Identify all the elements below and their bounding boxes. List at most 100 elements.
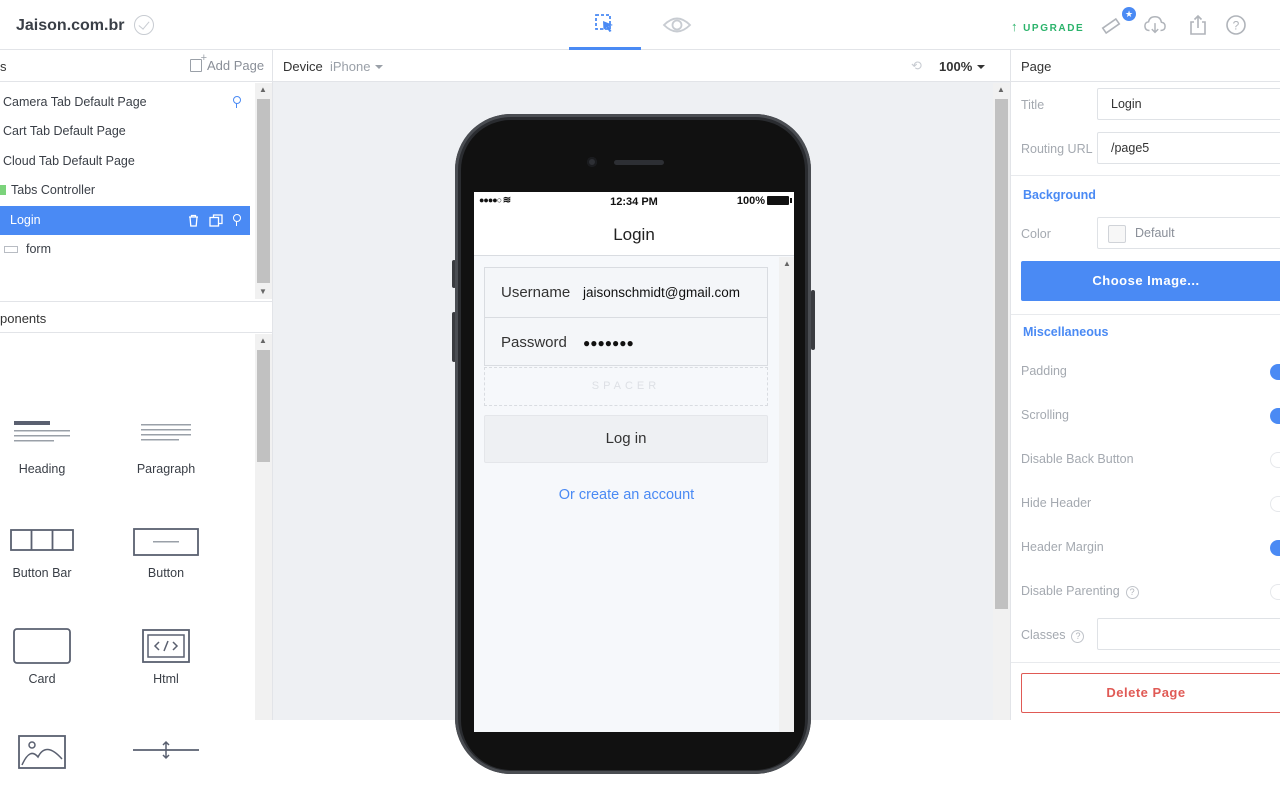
pages-header: s Add Page xyxy=(0,50,273,82)
page-content: Username jaisonschmidt@gmail.com Passwor… xyxy=(474,257,779,732)
component-html[interactable]: Html xyxy=(106,596,226,686)
disable-back-button-label: Disable Back Button xyxy=(1021,452,1134,466)
phone-screen: ●●●●○ ≋ 12:34 PM 100% Login Username jai… xyxy=(474,192,794,732)
classes-input[interactable] xyxy=(1097,618,1280,650)
disable-parenting-label: Disable Parenting xyxy=(1021,584,1120,598)
choose-image-button[interactable]: Choose Image... xyxy=(1021,261,1280,301)
component-label: Button xyxy=(147,566,185,580)
device-select[interactable]: iPhone xyxy=(330,59,384,74)
zoom-select[interactable]: 100% xyxy=(939,59,986,74)
page-item-cart-tab[interactable]: Cart Tab Default Page xyxy=(0,117,250,146)
password-input[interactable]: ●●●●●●● xyxy=(583,336,634,350)
disable-parenting-toggle[interactable] xyxy=(1270,584,1280,600)
page-header-bar[interactable]: Login xyxy=(474,212,794,256)
add-page-icon xyxy=(190,52,207,72)
cloud-download-icon[interactable] xyxy=(1144,14,1166,36)
chevron-down-icon xyxy=(375,65,384,69)
pages-scrollbar[interactable]: ▲ ▼ xyxy=(255,83,272,299)
delete-page-button[interactable]: Delete Page xyxy=(1021,673,1280,713)
login-form[interactable]: Username jaisonschmidt@gmail.com Passwor… xyxy=(484,267,768,366)
top-toolbar: Jaison.com.br ↑ UPGRADE ★ ? xyxy=(0,0,1280,50)
component-button-bar[interactable]: Button Bar xyxy=(0,490,102,580)
component-button[interactable]: Button xyxy=(106,490,226,580)
paragraph-component-icon xyxy=(141,424,191,441)
page-item-label: Login xyxy=(10,213,41,227)
battery-icon xyxy=(767,196,792,205)
heading-component-icon xyxy=(14,421,70,442)
create-account-link[interactable]: Or create an account xyxy=(474,487,779,503)
trash-icon[interactable] xyxy=(188,214,199,227)
pages-tree: Camera Tab Default Page Cart Tab Default… xyxy=(0,83,256,299)
hide-header-toggle[interactable] xyxy=(1270,496,1280,512)
device-label: Device xyxy=(283,59,323,74)
header-margin-label: Header Margin xyxy=(1021,540,1104,554)
ios-status-bar: ●●●●○ ≋ 12:34 PM 100% xyxy=(474,192,794,212)
upgrade-button[interactable]: ↑ UPGRADE xyxy=(1011,19,1084,34)
help-icon[interactable]: ? xyxy=(1071,630,1085,643)
add-page-button[interactable]: Add Page xyxy=(190,52,264,73)
header-margin-toggle[interactable] xyxy=(1270,540,1280,556)
disable-back-button-toggle[interactable] xyxy=(1270,452,1280,468)
help-icon[interactable]: ? xyxy=(1225,14,1247,36)
login-button[interactable]: Log in xyxy=(484,415,768,463)
phone-power-button xyxy=(811,290,815,350)
page-header-title: Login xyxy=(613,225,655,244)
upgrade-label: UPGRADE xyxy=(1023,23,1085,34)
star-badge-icon: ★ xyxy=(1122,7,1136,21)
component-label: Button Bar xyxy=(12,566,72,580)
component-heading[interactable]: Heading xyxy=(0,386,102,476)
password-field[interactable]: Password ●●●●●●● xyxy=(485,317,767,366)
spacer-component[interactable]: SPACER xyxy=(484,367,768,406)
color-swatch xyxy=(1108,225,1126,243)
scrolling-label: Scrolling xyxy=(1021,408,1069,422)
cursor-select-icon xyxy=(595,13,613,32)
help-icon[interactable]: ? xyxy=(1125,586,1139,599)
page-item-cloud-tab[interactable]: Cloud Tab Default Page xyxy=(0,147,250,176)
hide-header-label: Hide Header xyxy=(1021,496,1092,510)
screen-scrollbar[interactable]: ▲ xyxy=(779,257,794,732)
components-scrollbar[interactable]: ▲ xyxy=(255,334,272,720)
component-image[interactable] xyxy=(0,702,102,792)
page-item-tabs-controller[interactable]: Tabs Controller xyxy=(0,176,250,205)
share-export-icon[interactable] xyxy=(1187,14,1209,36)
magic-wand-icon[interactable] xyxy=(1100,14,1122,36)
scrolling-toggle[interactable] xyxy=(1270,408,1280,424)
page-item-label: form xyxy=(26,242,51,256)
canvas-toolbar: Device iPhone ⟲ 100% xyxy=(273,50,1010,82)
speaker-grill xyxy=(614,160,664,165)
page-item-label: Cart Tab Default Page xyxy=(3,124,126,138)
preview-mode-tab[interactable] xyxy=(641,0,713,50)
page-item-form[interactable]: form xyxy=(0,235,250,264)
color-picker[interactable]: Default xyxy=(1097,217,1280,249)
rotate-icon[interactable]: ⟲ xyxy=(911,58,922,74)
pin-icon[interactable] xyxy=(232,96,241,108)
classes-row: Classes? xyxy=(1021,628,1085,643)
image-component-icon xyxy=(18,735,66,769)
design-mode-tab[interactable] xyxy=(569,0,641,50)
title-input[interactable]: Login xyxy=(1097,88,1280,120)
routing-url-label: Routing URL xyxy=(1021,142,1093,156)
divider xyxy=(1011,175,1280,176)
project-name[interactable]: Jaison.com.br xyxy=(16,17,124,35)
device-select-value: iPhone xyxy=(330,59,371,74)
username-field[interactable]: Username jaisonschmidt@gmail.com xyxy=(485,268,767,317)
padding-toggle[interactable] xyxy=(1270,364,1280,380)
check-circle-icon[interactable] xyxy=(134,15,154,35)
page-item-label: Cloud Tab Default Page xyxy=(3,154,135,168)
background-section-title: Background xyxy=(1023,188,1096,202)
component-spacer[interactable] xyxy=(106,702,226,792)
routing-url-input[interactable]: /page5 xyxy=(1097,132,1280,164)
title-label: Title xyxy=(1021,98,1045,112)
components-grid: Heading Paragraph Button Bar Button Card xyxy=(0,384,256,769)
pin-icon[interactable] xyxy=(232,214,241,226)
battery-status: 100% xyxy=(737,195,792,207)
camera-icon xyxy=(587,157,597,167)
form-icon xyxy=(4,246,18,253)
component-paragraph[interactable]: Paragraph xyxy=(106,386,226,476)
page-item-login[interactable]: Login xyxy=(0,206,250,235)
component-card[interactable]: Card xyxy=(0,596,102,686)
canvas-scrollbar[interactable]: ▲ xyxy=(993,83,1010,720)
duplicate-icon[interactable] xyxy=(209,214,223,227)
page-item-camera-tab[interactable]: Camera Tab Default Page xyxy=(0,88,250,117)
username-input[interactable]: jaisonschmidt@gmail.com xyxy=(583,285,740,300)
